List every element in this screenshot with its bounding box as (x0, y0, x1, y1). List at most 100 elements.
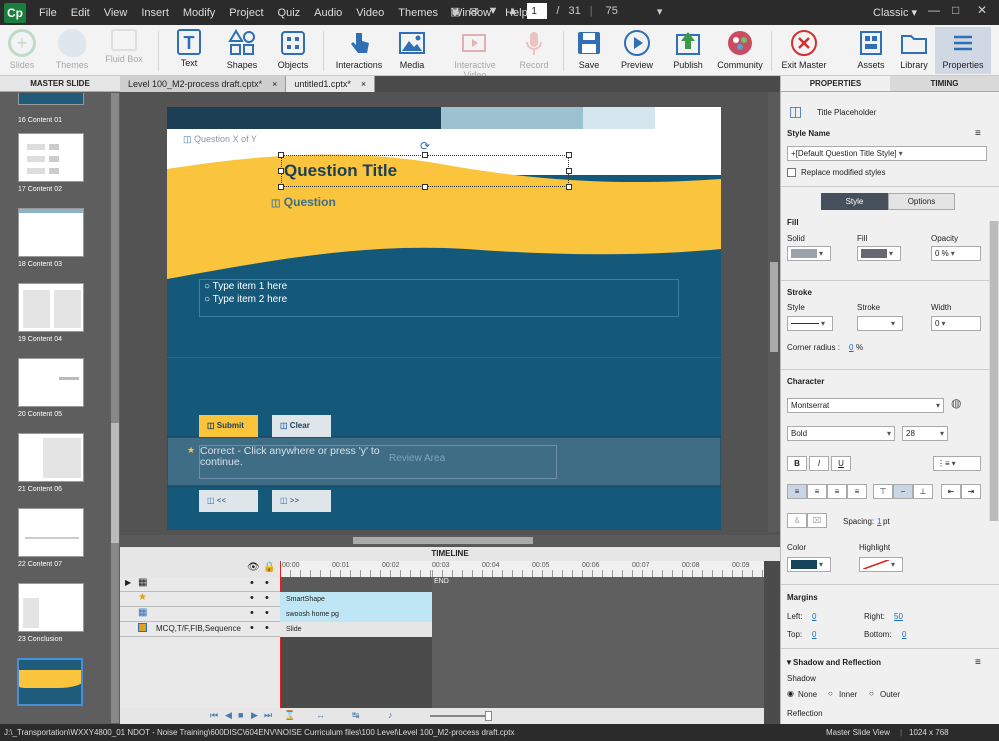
menu-insert[interactable]: Insert (134, 7, 176, 19)
thumbnail-partial[interactable] (18, 93, 86, 105)
move-icon[interactable]: ↔ (316, 710, 325, 720)
margin-left-value[interactable]: 0 (812, 612, 816, 621)
timeline-bar-image[interactable]: swoosh home pg (280, 607, 432, 622)
thumbnail-22[interactable]: 22 Content 07 (18, 508, 86, 568)
resize-handle[interactable] (566, 152, 572, 158)
audio-icon[interactable]: ♪ (388, 710, 393, 720)
workspace-select[interactable]: Classic ▾ (873, 6, 917, 19)
thumbnail-16[interactable]: 16 Content 01 (18, 113, 86, 124)
submit-button[interactable]: ◫ Submit (199, 415, 258, 437)
publish-button[interactable]: Publish (660, 27, 716, 74)
shadow-menu-icon[interactable]: ≡ (975, 657, 981, 668)
community-button[interactable]: Community (712, 27, 768, 74)
feedback-captions[interactable]: Correct - Click anywhere or press 'y' to… (199, 445, 557, 479)
eye-icon[interactable]: 👁 (247, 562, 260, 573)
resize-handle[interactable] (278, 184, 284, 190)
preview-button[interactable]: Preview (609, 27, 665, 74)
zoom-slider[interactable] (430, 715, 490, 717)
valign-middle-icon[interactable]: − (893, 484, 913, 499)
collapse-icon[interactable]: ▼ (785, 658, 793, 667)
timeline-bar-slide[interactable]: Slide (280, 622, 432, 637)
close-tab-icon[interactable]: × (272, 76, 277, 92)
maximize-icon[interactable]: □ (952, 3, 959, 17)
menu-audio[interactable]: Audio (307, 7, 349, 19)
zoom-chevron-icon[interactable]: ▾ (657, 5, 663, 18)
lock-dot[interactable]: • (265, 607, 269, 619)
thumbnail-20[interactable]: 20 Content 05 (18, 358, 86, 418)
next-button[interactable]: ◫ >> (272, 490, 331, 512)
thumbnail-21[interactable]: 21 Content 06 (18, 433, 86, 493)
library-button[interactable]: Library (886, 27, 942, 74)
valign-bottom-icon[interactable]: ⊥ (913, 484, 933, 499)
zoom-slider-handle[interactable] (485, 711, 492, 721)
indent-decrease-icon[interactable]: ⇤ (941, 484, 961, 499)
radio-icon[interactable]: ○ (204, 281, 210, 292)
question-title-placeholder[interactable]: Question Title (281, 155, 569, 187)
resize-handle[interactable] (566, 184, 572, 190)
align-justify-icon[interactable]: ≡ (847, 484, 867, 499)
fill-color-picker[interactable] (857, 246, 901, 261)
filmstrip-scrollbar[interactable] (111, 93, 119, 723)
interactions-button[interactable]: Interactions (331, 27, 387, 74)
menu-file[interactable]: File (32, 7, 64, 19)
shadow-section[interactable]: Shadow and Reflection (793, 658, 881, 667)
scroll-thumb[interactable] (770, 262, 778, 352)
timeline-row-image[interactable]: ▦ • • (120, 607, 280, 622)
close-tab-icon[interactable]: × (361, 76, 366, 92)
spacing-value[interactable]: 1 (877, 517, 881, 526)
visibility-dot[interactable]: • (250, 592, 254, 604)
properties-button[interactable]: Properties (935, 27, 991, 74)
properties-scrollbar[interactable] (989, 221, 999, 521)
list-style-select[interactable]: ⋮≡ (933, 456, 981, 471)
resize-handle[interactable] (278, 168, 284, 174)
menu-quiz[interactable]: Quiz (271, 7, 308, 19)
objects-button[interactable]: Objects (265, 27, 321, 74)
stop-icon[interactable]: ■ (238, 710, 243, 720)
shapes-button[interactable]: Shapes (214, 27, 270, 74)
fill-solid-select[interactable] (787, 246, 831, 261)
menu-project[interactable]: Project (222, 7, 270, 19)
clear-button[interactable]: ◫ Clear (272, 415, 331, 437)
answer-option-1[interactable]: ○ Type item 1 here (204, 281, 287, 292)
font-family-select[interactable]: Montserrat (787, 398, 944, 413)
minimize-icon[interactable]: — (928, 3, 940, 17)
question-text[interactable]: ◫ Question (271, 195, 336, 209)
rewind-icon[interactable]: ⏮ (210, 710, 218, 721)
highlight-color-picker[interactable] (859, 557, 903, 572)
play-icon[interactable]: ▶ (251, 710, 258, 721)
clear-format-icon[interactable]: ⌧ (807, 513, 827, 528)
text-color-picker[interactable] (787, 557, 831, 572)
margin-right-value[interactable]: 50 (894, 612, 903, 621)
doc-tab-level100[interactable]: Level 100_M2-process draft.cptx* × (120, 76, 287, 92)
align-center-icon[interactable]: ≡ (807, 484, 827, 499)
prev-button[interactable]: ◫ << (199, 490, 258, 512)
margin-bottom-value[interactable]: 0 (902, 630, 906, 639)
timeline-row-slide[interactable]: MCQ,T/F,FIB,Sequence • • (120, 622, 280, 637)
stroke-style-select[interactable] (787, 316, 833, 331)
resize-handle[interactable] (422, 184, 428, 190)
slides-button[interactable]: + Slides (0, 27, 50, 74)
answer-option-2[interactable]: ○ Type item 2 here (204, 294, 287, 305)
thumbnail-17[interactable]: 17 Content 02 (18, 133, 86, 193)
align-right-icon[interactable]: ≡ (827, 484, 847, 499)
tab-timing[interactable]: TIMING (890, 76, 999, 92)
comment-icon[interactable]: ▣ (450, 5, 460, 18)
scroll-thumb[interactable] (353, 537, 533, 544)
opacity-field[interactable]: 0 % (931, 246, 981, 261)
resize-handle[interactable] (278, 152, 284, 158)
timeline-bar-smartshape[interactable]: SmartShape (280, 592, 432, 607)
timeline-row-group[interactable]: ▶ ▦ • • (120, 577, 280, 592)
doc-tab-untitled1[interactable]: untitled1.cptx* × (286, 76, 376, 92)
thumbnail-24-selected[interactable] (17, 658, 85, 706)
valign-top-icon[interactable]: ⊤ (873, 484, 893, 499)
lock-dot[interactable]: • (265, 622, 269, 634)
time-ruler[interactable]: 00:00 00:01 00:02 00:03 00:04 00:05 00:0… (280, 561, 764, 577)
question-counter[interactable]: ◫ Question X of Y (183, 134, 257, 145)
style-menu-icon[interactable]: ≡ (975, 128, 981, 139)
timeline-row-smartshape[interactable]: ★ • • (120, 592, 280, 607)
exit-master-button[interactable]: Exit Master (776, 27, 832, 74)
underline-button[interactable]: U (831, 456, 851, 471)
menu-edit[interactable]: Edit (64, 7, 97, 19)
back-icon[interactable]: ◀ (225, 710, 232, 721)
review-area[interactable]: Review Area (389, 453, 445, 464)
